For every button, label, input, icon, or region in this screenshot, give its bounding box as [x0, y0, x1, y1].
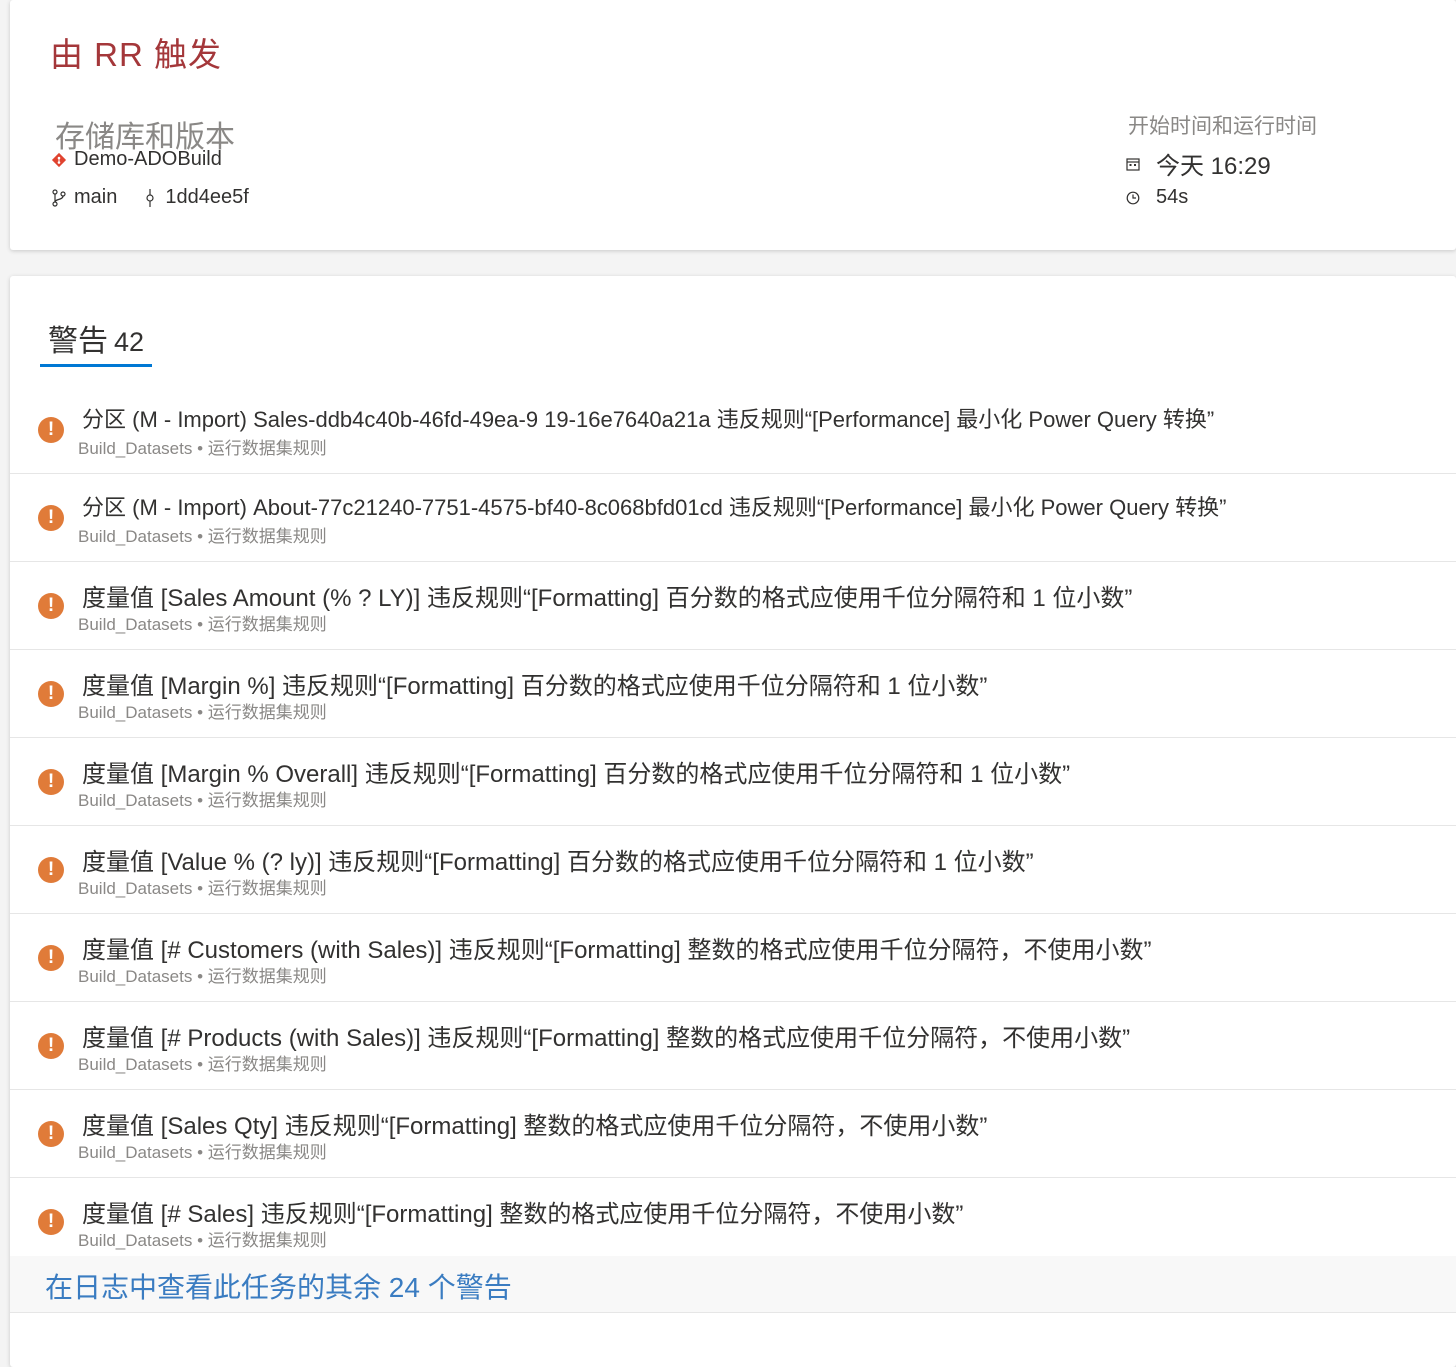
warning-icon: !	[38, 681, 64, 707]
warning-count-badge: 42	[114, 327, 145, 357]
repo-name[interactable]: Demo-ADOBuild	[74, 148, 222, 171]
warning-icon: !	[38, 1209, 64, 1235]
git-repo-icon	[50, 152, 68, 168]
warning-source: Build_Datasets • 运行数据集规则	[78, 1231, 327, 1250]
warning-source: Build_Datasets • 运行数据集规则	[78, 703, 327, 722]
warning-item[interactable]: ! 度量值 [# Customers (with Sales)] 违反规则“[F…	[10, 914, 1456, 1002]
warning-item[interactable]: ! 度量值 [Margin % Overall] 违反规则“[Formattin…	[10, 738, 1456, 826]
warning-source: Build_Datasets • 运行数据集规则	[78, 439, 327, 458]
warning-message: 度量值 [Margin %] 违反规则“[Formatting] 百分数的格式应…	[82, 673, 988, 700]
warning-icon: !	[38, 945, 64, 971]
warning-source: Build_Datasets • 运行数据集规则	[78, 1143, 327, 1162]
branch-name[interactable]: main	[74, 186, 117, 209]
warning-item[interactable]: ! 度量值 [# Products (with Sales)] 违反规则“[Fo…	[10, 1002, 1456, 1090]
warning-source: Build_Datasets • 运行数据集规则	[78, 527, 327, 546]
view-remaining-warnings-link[interactable]: 在日志中查看此任务的其余 24 个警告	[45, 1266, 512, 1306]
warning-icon: !	[38, 417, 64, 443]
start-time-row: 今天 16:29	[1124, 146, 1271, 181]
warning-source: Build_Datasets • 运行数据集规则	[78, 967, 327, 986]
warning-source: Build_Datasets • 运行数据集规则	[78, 1055, 327, 1074]
clock-icon	[1124, 191, 1142, 205]
warning-icon: !	[38, 593, 64, 619]
more-warnings-row: 在日志中查看此任务的其余 24 个警告	[10, 1256, 1456, 1313]
time-section-label: 开始时间和运行时间	[1128, 115, 1317, 138]
warning-message: 度量值 [Value % (? ly)] 违反规则“[Formatting] 百…	[82, 849, 1034, 876]
branch-commit-row: main 1dd4ee5f	[50, 186, 249, 209]
duration-row: 54s	[1124, 186, 1188, 209]
warning-source: Build_Datasets • 运行数据集规则	[78, 615, 327, 634]
warning-icon: !	[38, 1033, 64, 1059]
warnings-card: 警告 42 ! 分区 (M - Import) Sales-ddb4c40b-46…	[10, 276, 1456, 1367]
warning-message: 分区 (M - Import) Sales-ddb4c40b-46fd-49ea…	[82, 407, 1215, 432]
warning-message: 度量值 [Sales Qty] 违反规则“[Formatting] 整数的格式应…	[82, 1113, 988, 1140]
repo-row[interactable]: Demo-ADOBuild	[50, 148, 222, 171]
warning-icon: !	[38, 505, 64, 531]
warning-list: ! 分区 (M - Import) Sales-ddb4c40b-46fd-49…	[10, 386, 1456, 1266]
warning-message: 度量值 [Sales Amount (% ? LY)] 违反规则“[Format…	[82, 585, 1133, 612]
warning-item[interactable]: ! 度量值 [# Sales] 违反规则“[Formatting] 整数的格式应…	[10, 1178, 1456, 1266]
warning-icon: !	[38, 857, 64, 883]
start-time: 今天 16:29	[1156, 153, 1271, 180]
warning-icon: !	[38, 1121, 64, 1147]
branch-icon	[50, 188, 68, 207]
warning-message: 分区 (M - Import) About-77c21240-7751-4575…	[82, 495, 1227, 520]
commit-hash[interactable]: 1dd4ee5f	[165, 186, 248, 209]
warning-item[interactable]: ! 度量值 [Sales Amount (% ? LY)] 违反规则“[Form…	[10, 562, 1456, 650]
warning-item[interactable]: ! 度量值 [Sales Qty] 违反规则“[Formatting] 整数的格…	[10, 1090, 1456, 1178]
warning-source: Build_Datasets • 运行数据集规则	[78, 791, 327, 810]
warning-item[interactable]: ! 度量值 [Value % (? ly)] 违反规则“[Formatting]…	[10, 826, 1456, 914]
warning-icon: !	[38, 769, 64, 795]
commit-icon	[141, 188, 159, 207]
calendar-icon	[1124, 157, 1142, 171]
tab-warnings-label: 警告	[48, 325, 108, 358]
run-summary-card: 由 RR 触发 存储库和版本 Demo-ADOBuild main 1dd4ee…	[10, 0, 1456, 250]
warning-message: 度量值 [# Products (with Sales)] 违反规则“[Form…	[82, 1025, 1131, 1052]
warning-item[interactable]: ! 度量值 [Margin %] 违反规则“[Formatting] 百分数的格…	[10, 650, 1456, 738]
duration: 54s	[1156, 186, 1189, 208]
trigger-title: 由 RR 触发	[50, 36, 222, 73]
warning-item[interactable]: ! 分区 (M - Import) About-77c21240-7751-45…	[10, 474, 1456, 562]
warning-message: 度量值 [# Sales] 违反规则“[Formatting] 整数的格式应使用…	[82, 1201, 964, 1228]
warning-item[interactable]: ! 分区 (M - Import) Sales-ddb4c40b-46fd-49…	[10, 386, 1456, 474]
warning-message: 度量值 [# Customers (with Sales)] 违反规则“[For…	[82, 937, 1152, 964]
warning-message: 度量值 [Margin % Overall] 违反规则“[Formatting]…	[82, 761, 1071, 788]
tab-warnings[interactable]: 警告 42	[40, 316, 153, 367]
warning-source: Build_Datasets • 运行数据集规则	[78, 879, 327, 898]
